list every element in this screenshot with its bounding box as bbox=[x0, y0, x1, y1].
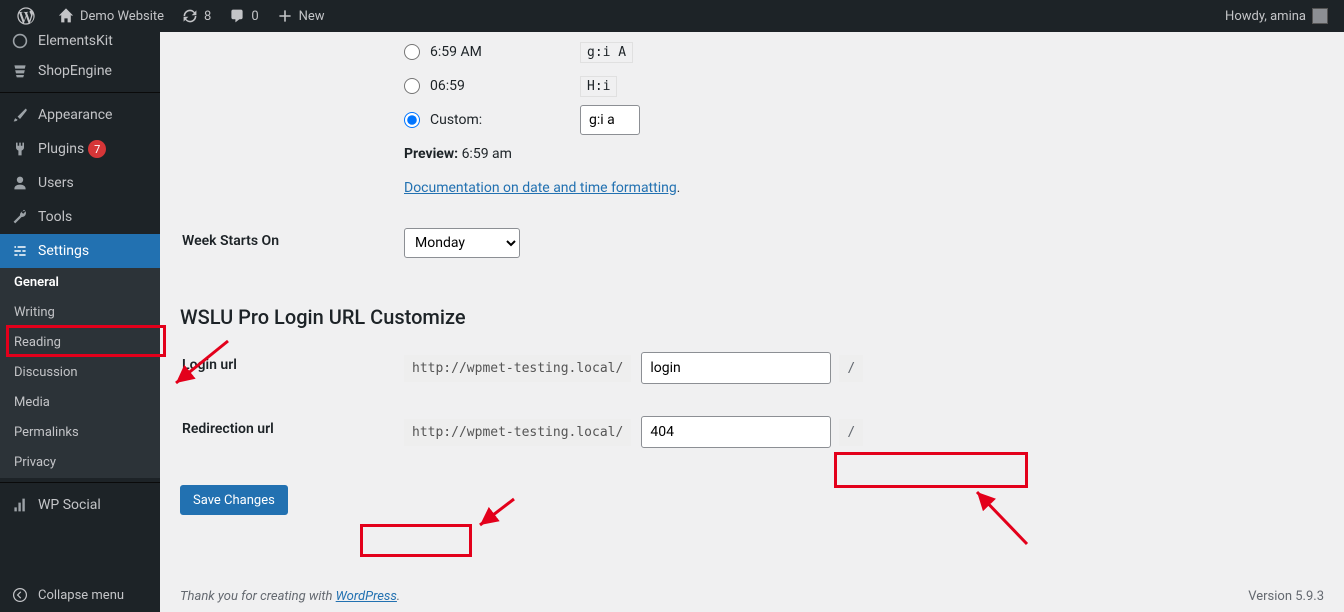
doc-period: . bbox=[677, 181, 680, 196]
admin-footer: Thank you for creating with WordPress. V… bbox=[160, 580, 1344, 612]
sidebar-label: Plugins bbox=[38, 141, 84, 157]
bars-icon bbox=[10, 495, 30, 515]
new-content-link[interactable]: New bbox=[267, 0, 333, 32]
person-icon bbox=[10, 173, 30, 193]
footer-thanks-pre: Thank you for creating with bbox=[180, 589, 336, 604]
comment-icon bbox=[227, 6, 247, 26]
time-format-radio-2[interactable] bbox=[404, 78, 420, 94]
updates-count: 8 bbox=[204, 9, 211, 24]
time-format-label-2: 06:59 bbox=[430, 78, 580, 94]
comments-link[interactable]: 0 bbox=[219, 0, 266, 32]
updates-link[interactable]: 8 bbox=[172, 0, 219, 32]
time-format-code-1: g:i A bbox=[580, 42, 633, 63]
redirection-url-input[interactable] bbox=[641, 416, 831, 448]
sidebar-item-elementskit[interactable]: ElementsKit bbox=[0, 32, 160, 54]
subitem-privacy[interactable]: Privacy bbox=[0, 448, 160, 478]
redirection-url-prefix: http://wpmet-testing.local/ bbox=[404, 419, 631, 446]
subitem-reading[interactable]: Reading bbox=[0, 328, 160, 358]
footer-thanks-post: . bbox=[397, 589, 400, 604]
login-url-prefix: http://wpmet-testing.local/ bbox=[404, 355, 631, 382]
howdy-text: Howdy, bbox=[1225, 9, 1267, 24]
admin-bar: Demo Website 8 0 New Howdy, amina bbox=[0, 0, 1344, 32]
sidebar-label: Settings bbox=[38, 243, 89, 259]
content-area: 6:59 AM g:i A 06:59 H:i Custom: Preview:… bbox=[160, 32, 1344, 612]
sidebar-label: Tools bbox=[38, 209, 72, 225]
time-format-preview-label: Preview: bbox=[404, 146, 458, 162]
time-format-radio-custom[interactable] bbox=[404, 112, 420, 128]
plugins-badge: 7 bbox=[88, 140, 106, 158]
sidebar-item-settings[interactable]: Settings bbox=[0, 234, 160, 268]
wp-logo[interactable] bbox=[8, 0, 48, 32]
new-label: New bbox=[299, 9, 325, 24]
wrench-icon bbox=[10, 207, 30, 227]
sidebar-item-plugins[interactable]: Plugins7 bbox=[0, 132, 160, 166]
login-url-input[interactable] bbox=[641, 352, 831, 384]
time-format-doc-link[interactable]: Documentation on date and time formattin… bbox=[404, 180, 677, 196]
time-format-preview-value: 6:59 am bbox=[462, 146, 512, 162]
comments-count: 0 bbox=[251, 9, 258, 24]
login-url-label: Login url bbox=[182, 337, 402, 399]
sidebar-item-wpsocial[interactable]: WP Social bbox=[0, 488, 160, 522]
sidebar-label: Users bbox=[38, 175, 74, 191]
time-format-radio-1[interactable] bbox=[404, 44, 420, 60]
site-name-link[interactable]: Demo Website bbox=[48, 0, 172, 32]
user-account-link[interactable]: Howdy, amina bbox=[1217, 0, 1336, 32]
elementskit-icon bbox=[10, 32, 30, 51]
subitem-discussion[interactable]: Discussion bbox=[0, 358, 160, 388]
sidebar-label: ElementsKit bbox=[38, 33, 113, 49]
sidebar-label: WP Social bbox=[38, 497, 101, 513]
footer-version: Version 5.9.3 bbox=[1248, 589, 1324, 604]
plus-icon bbox=[275, 6, 295, 26]
wordpress-icon bbox=[16, 6, 36, 26]
avatar-icon bbox=[1312, 8, 1328, 24]
subitem-general[interactable]: General bbox=[0, 268, 160, 298]
sidebar-item-users[interactable]: Users bbox=[0, 166, 160, 200]
user-name: amina bbox=[1270, 9, 1306, 24]
time-format-label-1: 6:59 AM bbox=[430, 44, 580, 60]
save-changes-button[interactable]: Save Changes bbox=[180, 485, 288, 515]
site-title: Demo Website bbox=[80, 9, 164, 24]
wslu-heading: WSLU Pro Login URL Customize bbox=[180, 305, 1324, 329]
redirection-url-label: Redirection url bbox=[182, 401, 402, 463]
time-format-code-2: H:i bbox=[580, 76, 617, 97]
collapse-label: Collapse menu bbox=[38, 588, 124, 603]
sidebar-item-appearance[interactable]: Appearance bbox=[0, 98, 160, 132]
redirection-url-suffix: / bbox=[839, 419, 863, 446]
week-starts-on-select[interactable]: Monday bbox=[404, 228, 520, 258]
week-starts-on-label: Week Starts On bbox=[182, 213, 402, 273]
brush-icon bbox=[10, 105, 30, 125]
footer-wordpress-link[interactable]: WordPress bbox=[336, 589, 397, 604]
login-url-suffix: / bbox=[839, 355, 863, 382]
admin-menu: ElementsKit ShopEngine Appearance Plugin… bbox=[0, 32, 160, 612]
sidebar-label: Appearance bbox=[38, 107, 112, 123]
subitem-permalinks[interactable]: Permalinks bbox=[0, 418, 160, 448]
settings-submenu: General Writing Reading Discussion Media… bbox=[0, 268, 160, 478]
settings-sliders-icon bbox=[10, 241, 30, 261]
shopengine-icon bbox=[10, 61, 30, 81]
time-format-custom-label: Custom: bbox=[430, 112, 580, 128]
collapse-menu-button[interactable]: Collapse menu bbox=[0, 578, 160, 612]
sidebar-item-shopengine[interactable]: ShopEngine bbox=[0, 54, 160, 88]
plug-icon bbox=[10, 139, 30, 159]
sidebar-item-tools[interactable]: Tools bbox=[0, 200, 160, 234]
subitem-writing[interactable]: Writing bbox=[0, 298, 160, 328]
sidebar-label: ShopEngine bbox=[38, 63, 112, 79]
time-format-custom-input[interactable] bbox=[580, 105, 640, 135]
home-icon bbox=[56, 6, 76, 26]
update-icon bbox=[180, 6, 200, 26]
collapse-icon bbox=[10, 585, 30, 605]
subitem-media[interactable]: Media bbox=[0, 388, 160, 418]
